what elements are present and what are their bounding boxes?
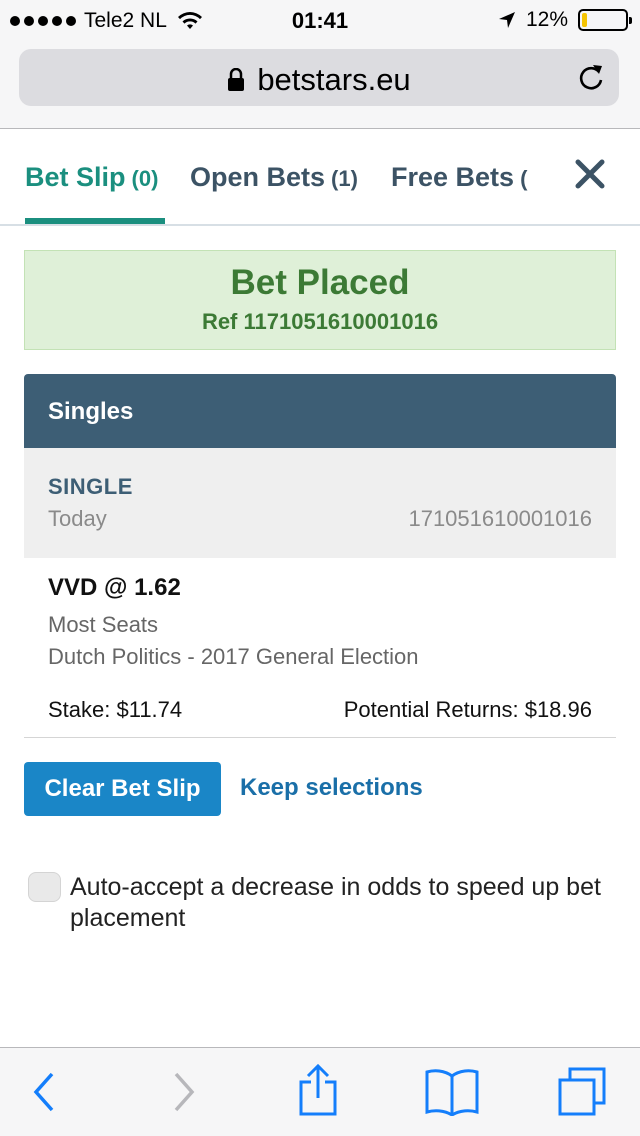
tab-count: ( [520,166,528,191]
bet-ref-number: 171051610001016 [408,506,592,531]
tab-label: Open Bets [190,162,326,192]
close-icon[interactable] [570,154,610,194]
stake-amount: Stake: $11.74 [48,697,183,722]
clear-bet-slip-button[interactable]: Clear Bet Slip [24,762,221,816]
tab-bet-slip[interactable]: Bet Slip (0) [25,162,158,193]
forward-icon[interactable] [170,1070,198,1114]
bet-date: Today [48,506,107,531]
tab-free-bets[interactable]: Free Bets( [391,162,527,193]
safari-toolbar [0,1047,640,1136]
url-text: betstars.eu [257,62,411,97]
reload-icon[interactable] [577,62,605,92]
betslip-tabs: Bet Slip (0) Open Bets (1) Free Bets( [0,130,640,226]
bet-placed-title: Bet Placed [230,263,410,302]
battery-fill [582,13,588,27]
tabs-icon[interactable] [556,1066,608,1118]
active-tab-indicator [25,218,165,224]
tab-label: Bet Slip [25,162,126,192]
tab-label: Free Bets [391,162,515,192]
browser-chrome: Tele2 NL 01:41 12% betstars.eu [0,0,640,129]
tab-count: (0) [131,166,159,191]
back-icon[interactable] [30,1070,58,1114]
tab-open-bets[interactable]: Open Bets (1) [190,162,358,193]
singles-header: Singles [24,374,616,448]
share-icon[interactable] [296,1064,340,1116]
status-bar: Tele2 NL 01:41 12% [0,0,640,40]
selection-name: VVD @ 1.62 [48,574,181,601]
potential-returns: Potential Returns: $18.96 [343,697,592,722]
market-name: Most Seats [48,612,159,637]
status-right: 12% [498,8,632,32]
battery-percent: 12% [525,8,568,31]
bet-reference: Ref 1171051610001016 [201,309,439,334]
event-name: Dutch Politics - 2017 General Election [48,644,419,669]
auto-accept-checkbox[interactable] [28,872,61,902]
single-bet-info: SINGLE Today 171051610001016 [24,448,616,558]
bookmarks-icon[interactable] [424,1068,480,1116]
location-arrow-icon [498,12,515,28]
battery-icon [578,9,632,31]
bet-placed-banner: Bet Placed Ref 1171051610001016 [24,250,616,350]
lock-icon [228,68,245,91]
bet-selection: VVD @ 1.62 Most Seats Dutch Politics - 2… [24,558,616,738]
tab-count: (1) [331,166,358,191]
auto-accept-label: Auto-accept a decrease in odds to speed … [70,873,601,932]
keep-selections-link[interactable]: Keep selections [240,774,423,802]
bet-type: SINGLE [48,474,133,499]
address-bar[interactable]: betstars.eu [19,49,619,106]
